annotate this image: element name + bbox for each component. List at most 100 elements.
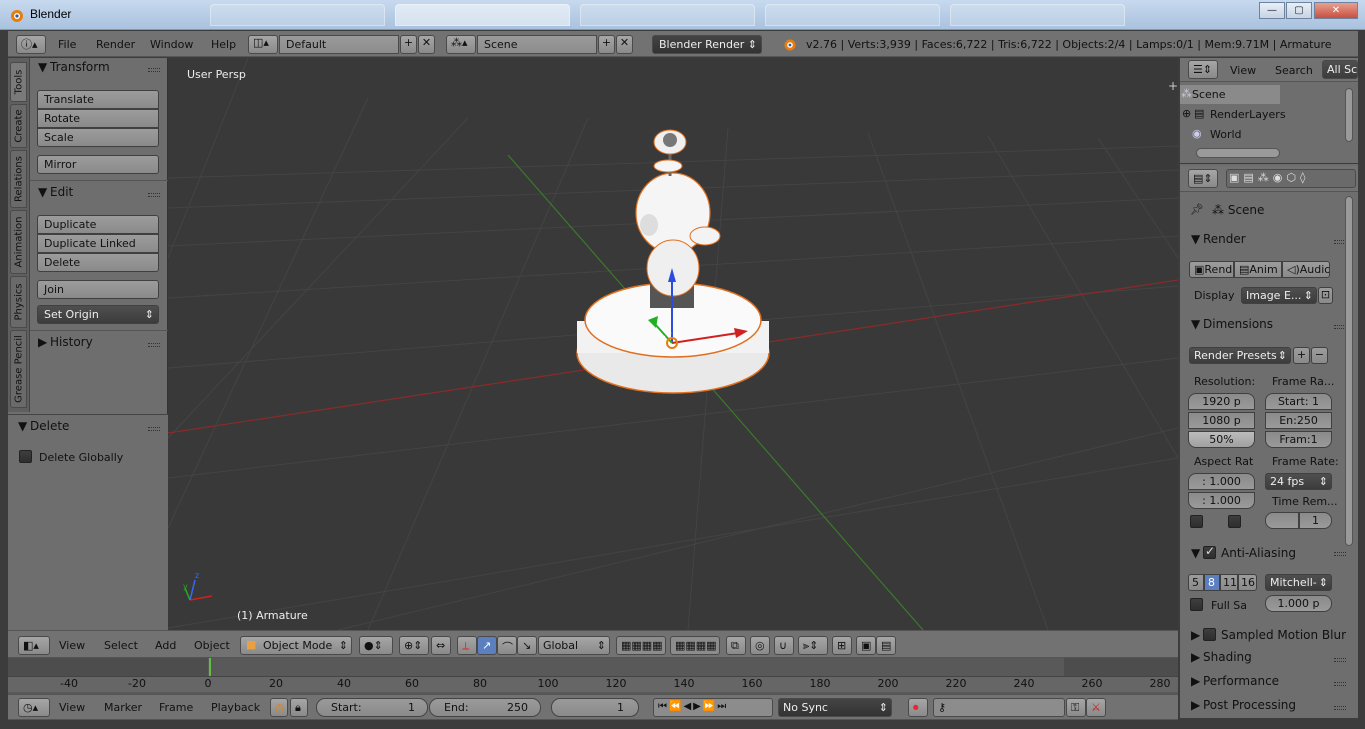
menu-marker[interactable]: Marker xyxy=(104,701,142,714)
aa-samples-5[interactable]: 5 xyxy=(1188,574,1204,591)
scene-layers-grid[interactable]: ▦▦▦▦ xyxy=(670,636,720,655)
sampled-motion-blur-panel-header[interactable]: ▶ Sampled Motion Blur xyxy=(1180,626,1358,644)
resolution-y-field[interactable]: 1080 p xyxy=(1188,412,1255,429)
editor-type-button[interactable]: ◧▴ xyxy=(18,636,50,655)
edit-panel-header[interactable]: ▼ Edit xyxy=(30,185,168,205)
outliner-item-world[interactable]: ◉ World xyxy=(1180,125,1280,144)
outliner-v-scrollbar[interactable] xyxy=(1345,88,1353,142)
menu-playback[interactable]: Playback xyxy=(211,701,260,714)
add-scene-icon[interactable]: + xyxy=(598,35,615,54)
menu-search[interactable]: Search xyxy=(1275,64,1313,77)
scene-layers-grid[interactable]: ▦▦▦▦ xyxy=(616,636,666,655)
render-image-button[interactable]: ▣Rend xyxy=(1189,261,1234,278)
delete-keyframe-button[interactable]: ⚔ xyxy=(1086,698,1106,717)
transform-orientation-select[interactable]: Global ⇕ xyxy=(538,636,610,655)
snap-element-select[interactable]: ⫸⇕ xyxy=(798,636,828,655)
menu-select[interactable]: Select xyxy=(104,639,138,652)
menu-file[interactable]: File xyxy=(58,38,76,51)
sync-mode-select[interactable]: No Sync ⇕ xyxy=(778,698,892,717)
tab-relations[interactable]: Relations xyxy=(10,150,27,208)
menu-render[interactable]: Render xyxy=(96,38,135,51)
anti-aliasing-panel-header[interactable]: ▼ Anti-Aliasing xyxy=(1180,544,1346,562)
editor-type-button[interactable]: ☰⇕ xyxy=(1188,60,1218,79)
frame-rate-select[interactable]: 24 fps ⇕ xyxy=(1265,473,1332,490)
aa-samples-8[interactable]: 8 xyxy=(1204,574,1220,591)
operator-panel-header[interactable]: ▼ Delete xyxy=(8,419,160,439)
lock-range-button[interactable]: 🔒︎ xyxy=(290,698,308,717)
editor-type-button[interactable]: ⓘ▴ xyxy=(16,35,46,54)
aa-samples-16[interactable]: 16 xyxy=(1238,574,1257,591)
end-frame-field[interactable]: End: 250 xyxy=(429,698,541,717)
frame-step-field[interactable]: Fram:1 xyxy=(1265,431,1332,448)
minimize-button[interactable]: — xyxy=(1259,2,1285,19)
remove-preset-icon[interactable]: − xyxy=(1311,347,1328,364)
join-button[interactable]: Join xyxy=(37,280,159,299)
render-engine-select[interactable]: Blender Render ⇕ xyxy=(652,35,762,54)
menu-view[interactable]: View xyxy=(59,639,85,652)
proportional-edit-button[interactable]: ◎ xyxy=(750,636,770,655)
drag-grip-icon[interactable] xyxy=(148,193,160,197)
add-layout-icon[interactable]: + xyxy=(400,35,417,54)
manipulator-toggle[interactable]: ⇔ xyxy=(431,636,451,655)
lock-interface-toggle[interactable]: ⊡ xyxy=(1318,287,1333,304)
interaction-mode-select[interactable]: ■ Object Mode ⇕ xyxy=(240,636,352,655)
menu-help[interactable]: Help xyxy=(211,38,236,51)
viewport-shading-select[interactable]: ●⇕ xyxy=(359,636,393,655)
resolution-x-field[interactable]: 1920 p xyxy=(1188,393,1255,410)
full-sample-checkbox[interactable] xyxy=(1190,598,1203,611)
pin-icon[interactable]: 📌︎ xyxy=(1190,203,1204,216)
drag-grip-icon[interactable] xyxy=(148,343,160,347)
dimensions-panel-header[interactable]: ▼ Dimensions xyxy=(1180,317,1346,335)
properties-editor[interactable]: ▤⇕ ▣▤⁂◉⬡◊ 📌︎ ⁂ Scene ▼ Render ▣Rend ▤Anim… xyxy=(1180,166,1358,718)
close-button[interactable]: ✕ xyxy=(1314,2,1358,19)
properties-v-scrollbar[interactable] xyxy=(1345,196,1353,546)
timeline[interactable]: -40 -20 0 20 40 60 80 100 120 140 160 18… xyxy=(8,658,1178,694)
anti-aliasing-checkbox[interactable] xyxy=(1203,544,1216,559)
menu-frame[interactable]: Frame xyxy=(159,701,193,714)
drag-grip-icon[interactable] xyxy=(148,68,160,72)
timeline-ruler[interactable]: -40 -20 0 20 40 60 80 100 120 140 160 18… xyxy=(8,676,1178,692)
remove-scene-icon[interactable]: ✕ xyxy=(616,35,633,54)
menu-add[interactable]: Add xyxy=(155,639,176,652)
outliner-item-scene[interactable]: ⁂ Scene xyxy=(1180,85,1280,104)
scale-button[interactable]: Scale xyxy=(37,128,159,147)
aspect-y-field[interactable]: : 1.000 xyxy=(1188,492,1255,509)
translate-button[interactable]: Translate xyxy=(37,90,159,109)
tab-animation[interactable]: Animation xyxy=(10,210,27,274)
tab-tools[interactable]: Tools xyxy=(10,62,27,102)
properties-toggle-icon[interactable]: + xyxy=(1168,79,1178,93)
editor-type-button[interactable]: ◷▴ xyxy=(18,698,50,717)
remove-layout-icon[interactable]: ✕ xyxy=(418,35,435,54)
render-animation-button[interactable]: ▤Anim xyxy=(1234,261,1282,278)
duplicate-button[interactable]: Duplicate xyxy=(37,215,159,234)
outliner-item-renderlayers[interactable]: ⊕ ▤ RenderLayers xyxy=(1180,105,1286,124)
translate-manipulator-button[interactable]: ⟂ xyxy=(457,636,477,655)
time-remap-new-field[interactable]: 1 xyxy=(1299,512,1332,529)
display-mode-select[interactable]: Image E... ⇕ xyxy=(1241,287,1317,304)
editor-type-button[interactable]: ▤⇕ xyxy=(1188,169,1218,188)
aa-samples-11[interactable]: 11 xyxy=(1220,574,1238,591)
history-panel-header[interactable]: ▶ History xyxy=(30,335,168,355)
menu-object[interactable]: Object xyxy=(194,639,230,652)
snap-target-button[interactable]: ⊞ xyxy=(832,636,852,655)
frame-start-field[interactable]: Start: 1 xyxy=(1265,393,1332,410)
border-checkbox[interactable] xyxy=(1190,515,1203,528)
scene-icon-button[interactable]: ⁂▴ xyxy=(446,35,476,54)
aspect-x-field[interactable]: : 1.000 xyxy=(1188,473,1255,490)
filter-size-field[interactable]: 1.000 p xyxy=(1265,595,1332,612)
crop-checkbox[interactable] xyxy=(1228,515,1241,528)
rotate-mode-button[interactable]: ⌒ xyxy=(497,636,517,655)
drag-grip-icon[interactable] xyxy=(148,427,160,431)
aa-filter-select[interactable]: Mitchell- ⇕ xyxy=(1265,574,1332,591)
set-origin-select[interactable]: Set Origin ⇕ xyxy=(37,305,159,324)
display-filter-select[interactable]: All Sc xyxy=(1322,60,1358,79)
3d-viewport[interactable]: z y + User Persp (1) Armature xyxy=(168,58,1178,630)
current-frame-field[interactable]: 1 xyxy=(551,698,639,717)
duplicate-linked-button[interactable]: Duplicate Linked xyxy=(37,234,159,253)
screen-layout-icon-button[interactable]: ◫▴ xyxy=(248,35,278,54)
opengl-render-button[interactable]: ▣ xyxy=(856,636,876,655)
add-preset-icon[interactable]: + xyxy=(1293,347,1310,364)
playback-controls[interactable]: ⏮⏪◀▶⏩⏭ xyxy=(653,698,773,717)
outliner-h-scrollbar[interactable] xyxy=(1196,148,1280,158)
delete-globally-checkbox[interactable] xyxy=(19,450,32,463)
